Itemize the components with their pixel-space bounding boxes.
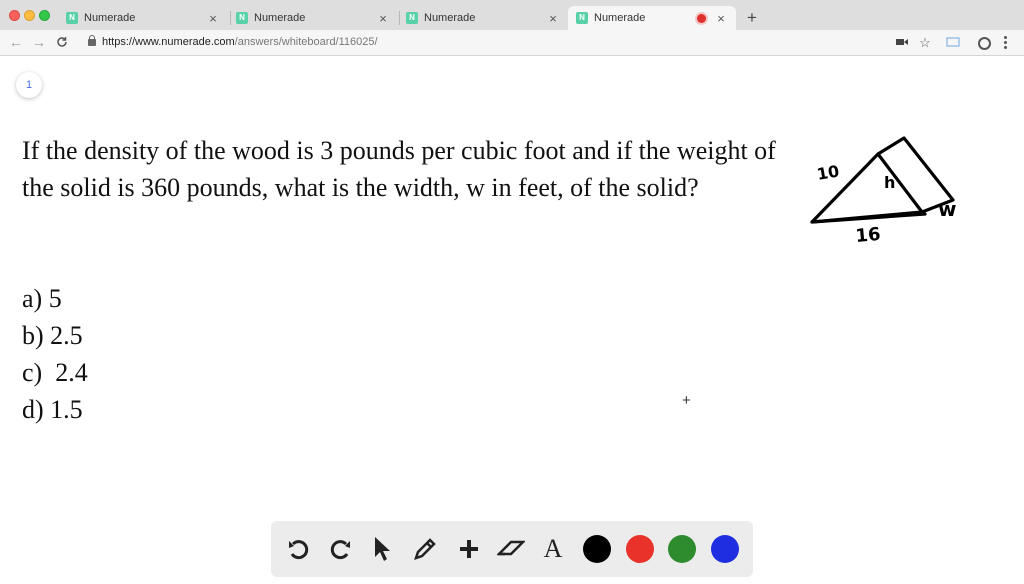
label-width: w [938,197,956,221]
text-icon[interactable]: A [539,535,567,563]
question-text: If the density of the wood is 3 pounds p… [22,136,776,202]
url-path: /answers/whiteboard/116025/ [234,36,378,48]
star-icon[interactable]: ☆ [917,35,933,51]
tab-close-icon[interactable]: × [206,11,220,26]
select-arrow-icon[interactable] [368,535,396,563]
color-green-swatch[interactable] [668,535,696,563]
numerade-favicon-icon: N [576,12,588,24]
tab-title: Numerade [254,12,306,24]
maximize-window-button[interactable] [39,10,50,21]
reload-icon[interactable] [54,34,70,51]
color-black-swatch[interactable] [583,535,611,563]
numerade-favicon-icon: N [66,12,78,24]
label-height: h [884,173,895,192]
label-base: 16 [855,224,882,247]
label-hypotenuse: 10 [815,161,840,184]
cursor-crosshair-icon: + [682,392,691,409]
redo-icon[interactable] [327,535,355,563]
tab-numerade-active[interactable]: N Numerade × [568,6,736,30]
numerade-favicon-icon: N [406,12,418,24]
tab-close-icon[interactable]: × [714,11,728,26]
close-window-button[interactable] [9,10,20,21]
menu-icon[interactable] [1004,36,1008,50]
account-icon[interactable] [978,37,991,50]
drawing-toolbar: A [271,521,753,577]
cast-icon[interactable] [945,35,961,51]
color-red-swatch[interactable] [626,535,654,563]
address-bar[interactable]: https://www.numerade.com/answers/whitebo… [102,36,378,48]
url-host: https://www.numerade.com [102,36,235,48]
color-blue-swatch[interactable] [711,535,739,563]
browser-toolbar: ← → https://www.numerade.com/answers/whi… [0,30,1024,56]
tab-close-icon[interactable]: × [376,11,390,26]
tab-close-icon[interactable]: × [546,11,560,26]
camera-icon[interactable] [894,35,910,50]
forward-arrow-icon[interactable]: → [31,34,47,50]
triangle-prism-sketch: 10 h 16 w [810,136,956,247]
page-number-badge[interactable]: 1 [16,72,42,98]
back-arrow-icon[interactable]: ← [8,34,24,50]
eraser-icon[interactable] [497,535,525,563]
lock-icon [88,35,96,46]
new-tab-button[interactable]: + [744,8,760,28]
tab-title: Numerade [84,12,136,24]
prism-base-edge [810,212,927,224]
option-a: a) 5 [22,284,62,313]
undo-icon[interactable] [284,535,312,563]
tab-numerade-1[interactable]: N Numerade × [58,6,228,30]
recording-indicator-icon [697,13,706,23]
minimize-window-button[interactable] [24,10,35,21]
tab-numerade-3[interactable]: N Numerade × [398,6,568,30]
plus-icon[interactable] [455,535,483,563]
pencil-icon[interactable] [411,535,439,563]
tab-title: Numerade [424,12,476,24]
option-c: c) 2.4 [22,358,88,387]
answer-options: a) 5 b) 2.5 c) 2.4 d) 1.5 [22,280,88,428]
option-d: d) 1.5 [22,395,83,424]
option-b: b) 2.5 [22,321,83,350]
tab-numerade-2[interactable]: N Numerade × [228,6,398,30]
tab-strip: N Numerade × N Numerade × N Numerade × N… [0,0,1024,30]
tab-title: Numerade [594,12,646,24]
numerade-favicon-icon: N [236,12,248,24]
